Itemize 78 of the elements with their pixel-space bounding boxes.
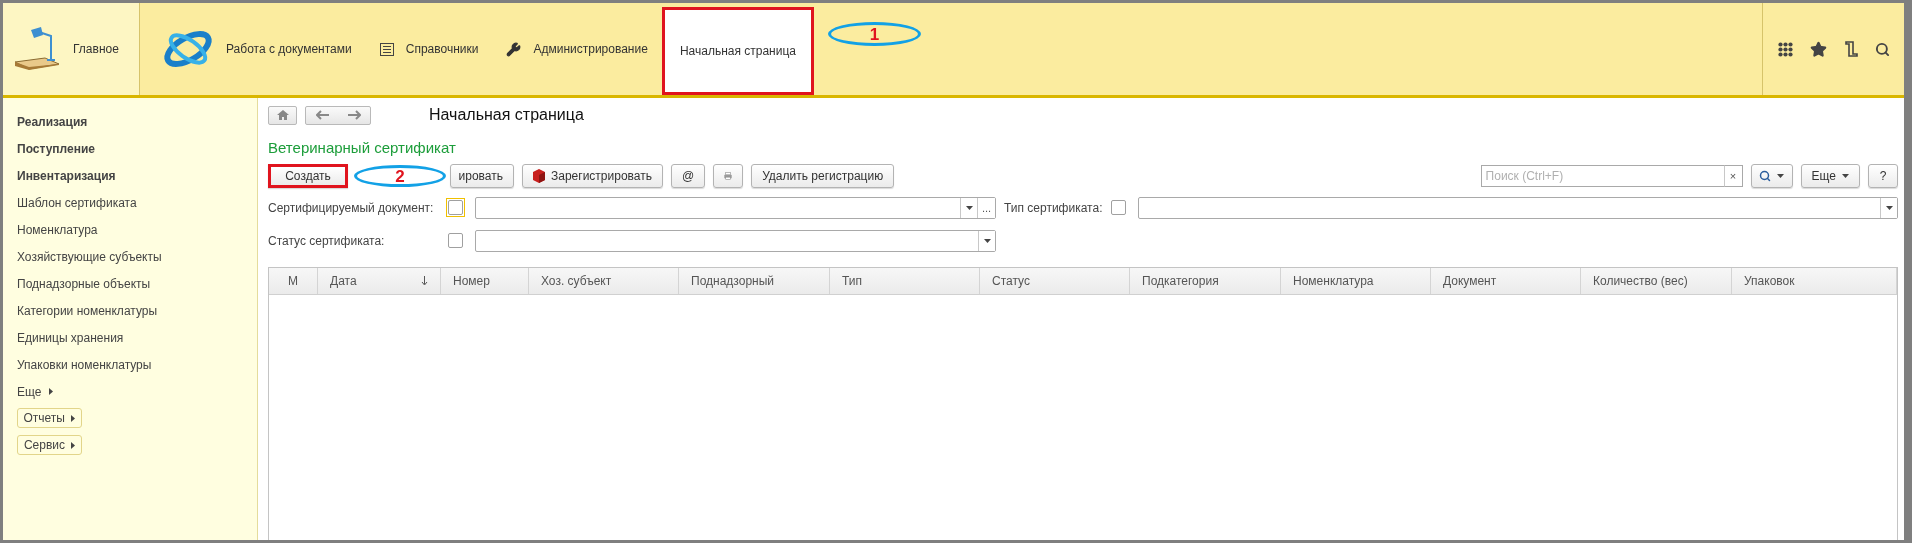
back-arrow-icon [315, 110, 329, 120]
triangle-icon [49, 388, 54, 395]
home-icon [276, 110, 289, 120]
column-header[interactable]: Статус [980, 268, 1130, 294]
home-button[interactable] [268, 105, 297, 125]
column-header[interactable]: Тип [830, 268, 980, 294]
caret-icon [983, 238, 991, 243]
column-header[interactable]: Номер [441, 268, 529, 294]
sidebar-link[interactable]: Инвентаризация [17, 162, 257, 189]
more-label: Еще [17, 384, 42, 399]
sidebar-link[interactable]: Поступление [17, 135, 257, 162]
section-tab[interactable]: Работа с документами [148, 3, 366, 95]
sidebar-link[interactable]: Поднадзорные объекты [17, 270, 257, 297]
filter-checkbox[interactable] [448, 233, 463, 248]
section-tab[interactable]: Справочники [365, 3, 493, 95]
list-icon [379, 42, 394, 56]
sidebar-link[interactable]: Номенклатура [17, 216, 257, 243]
column-header[interactable]: Дата [318, 268, 441, 294]
toolbar-button[interactable]: Удалить регистрацию [751, 164, 895, 188]
help-button[interactable]: ? [1868, 164, 1898, 188]
filter-label: Сертифицируемый документ: [268, 200, 435, 215]
column-header[interactable]: Номенклатура [1281, 268, 1431, 294]
column-header[interactable]: Упаковок [1732, 268, 1897, 294]
caret-icon [1777, 174, 1785, 178]
toolbar-button[interactable]: ировать [450, 164, 514, 188]
caret-icon [965, 205, 973, 210]
search-icon[interactable] [1874, 41, 1890, 57]
select-button[interactable]: ... [977, 197, 995, 218]
cube-icon [533, 169, 545, 183]
sidebar-menu-button[interactable]: Отчеты [17, 408, 82, 428]
history-icon[interactable] [1843, 41, 1858, 57]
grid-menu-icon[interactable] [1777, 41, 1793, 57]
search-field[interactable]: Поиск (Ctrl+F) [1480, 165, 1725, 187]
caret-icon [1842, 174, 1849, 178]
section-tab[interactable]: Администрирование [492, 3, 662, 95]
filter-field[interactable] [1137, 196, 1898, 219]
sidebar-link[interactable]: Категории номенклатуры [17, 297, 257, 324]
sidebar-link[interactable]: Упаковки номенклатуры [17, 351, 257, 378]
numbered-callout: 2 [354, 165, 446, 187]
wrench-icon [506, 41, 522, 57]
filter-label: Статус сертификата: [268, 233, 386, 248]
column-header[interactable]: Поднадзорный [679, 268, 830, 294]
numbered-callout: 1 [828, 22, 921, 46]
sidebar-link[interactable]: Единицы хранения [17, 324, 257, 351]
dropdown-button[interactable] [1880, 197, 1897, 218]
search-options-button[interactable] [1750, 164, 1793, 188]
toolbar-button[interactable]: @ [670, 164, 706, 188]
back-forward-buttons[interactable] [305, 105, 371, 125]
sidebar-menu-button[interactable]: Сервис [17, 435, 82, 455]
sidebar-link[interactable]: Хозяйствующие субъекты [17, 243, 257, 270]
triangle-icon [71, 414, 75, 422]
star-icon[interactable] [1809, 40, 1827, 58]
forward-arrow-icon [347, 110, 361, 120]
more-button[interactable]: Еще [1800, 164, 1860, 188]
column-header[interactable]: Документ [1431, 268, 1581, 294]
home-section[interactable]: Главное [3, 3, 140, 95]
sidebar-link[interactable]: Реализация [17, 108, 257, 135]
home-label: Главное [73, 42, 119, 56]
toolbar-button[interactable]: Создать [268, 164, 348, 188]
triangle-icon [71, 441, 75, 449]
column-header[interactable]: Подкатегория [1130, 268, 1281, 294]
column-header[interactable]: Количество (вес) [1581, 268, 1732, 294]
filter-field[interactable]: ... [475, 196, 996, 219]
column-header[interactable]: Хоз. субъект [529, 268, 679, 294]
filter-field[interactable] [475, 229, 996, 252]
column-header[interactable]: М [269, 268, 318, 294]
toolbar-button[interactable]: Зарегистрировать [522, 164, 663, 188]
filter-checkbox[interactable] [1110, 200, 1126, 215]
caret-icon [1885, 205, 1893, 210]
more-menu[interactable]: Еще [17, 378, 257, 405]
section-tab[interactable]: Начальная страница [661, 7, 814, 95]
page-title: Начальная страница [429, 106, 584, 124]
filter-label: Тип сертификата: [1004, 200, 1103, 215]
dropdown-button[interactable] [978, 230, 995, 251]
sidebar-link[interactable]: Шаблон сертификата [17, 189, 257, 216]
form-title: Ветеринарный сертификат [268, 139, 457, 158]
search-icon [1759, 170, 1772, 182]
printer-icon [724, 170, 733, 182]
